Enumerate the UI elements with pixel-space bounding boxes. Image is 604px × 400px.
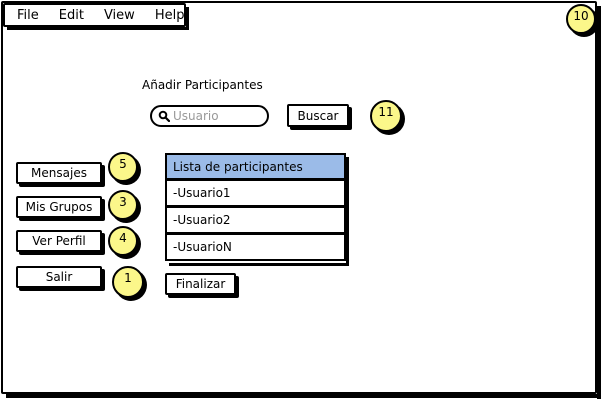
list-item[interactable]: -Usuario2 (165, 207, 346, 234)
callout-5: 5 (108, 152, 138, 182)
list-item[interactable]: -Usuario1 (165, 180, 346, 207)
menu-help[interactable]: Help (155, 8, 185, 23)
page-title: Añadir Participantes (142, 78, 263, 92)
search-input[interactable] (170, 109, 261, 123)
menubar-shadow (7, 27, 189, 30)
app-window: File Edit View Help 10 Añadir Participan… (0, 0, 604, 400)
view-profile-button[interactable]: Ver Perfil (16, 230, 102, 252)
menubar: File Edit View Help (3, 3, 186, 27)
search-icon (158, 110, 170, 122)
callout-11: 11 (370, 100, 402, 132)
exit-button[interactable]: Salir (16, 266, 102, 288)
list-shadow-right (346, 157, 349, 266)
list-header: Lista de participantes (165, 153, 346, 180)
callout-3: 3 (108, 190, 138, 220)
messages-button[interactable]: Mensajes (16, 162, 102, 184)
list-item[interactable]: -UsuarioN (165, 234, 346, 261)
participants-list: Lista de participantes -Usuario1 -Usuari… (165, 153, 346, 261)
list-shadow-bottom (169, 263, 349, 266)
search-button[interactable]: Buscar (287, 104, 349, 127)
finish-button[interactable]: Finalizar (165, 273, 236, 295)
callout-1: 1 (112, 266, 144, 298)
menu-edit[interactable]: Edit (59, 8, 84, 23)
search-field[interactable] (150, 105, 269, 127)
window-shadow-right (597, 6, 601, 399)
menu-view[interactable]: View (104, 8, 135, 23)
callout-4: 4 (108, 226, 138, 256)
callout-10: 10 (566, 4, 596, 34)
my-groups-button[interactable]: Mis Grupos (16, 196, 102, 218)
menu-file[interactable]: File (17, 8, 39, 23)
window-shadow-bottom (6, 394, 601, 398)
menubar-shadow-right (186, 7, 189, 30)
